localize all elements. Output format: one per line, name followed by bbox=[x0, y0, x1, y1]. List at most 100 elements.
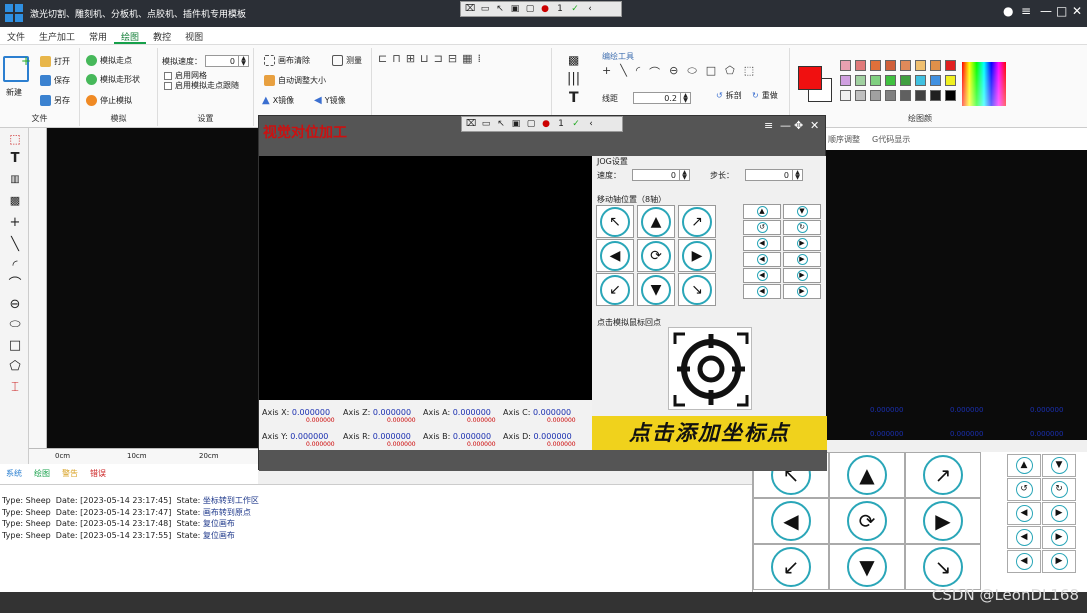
tab-system[interactable]: 系统 bbox=[0, 464, 28, 484]
sim-walk-button[interactable]: 模拟走点 bbox=[86, 55, 132, 66]
dialog-minimize-icon[interactable]: — bbox=[780, 119, 791, 132]
window-icon[interactable]: ▣ bbox=[509, 4, 521, 15]
jog-up-button[interactable]: ▲ bbox=[637, 205, 675, 238]
qrcode-icon[interactable]: ▩ bbox=[568, 53, 579, 67]
redo-button[interactable]: ↻ 重做 bbox=[752, 90, 778, 101]
axis-z-up-button[interactable]: ▲ bbox=[1007, 454, 1041, 477]
capture-icon[interactable]: ⌧ bbox=[464, 4, 476, 15]
drawing-canvas[interactable] bbox=[47, 128, 258, 448]
measure-button[interactable]: 测量 bbox=[332, 55, 362, 66]
color-swatch[interactable] bbox=[900, 90, 911, 101]
axis-z-down-button[interactable]: ▼ bbox=[783, 204, 821, 219]
saveas-button[interactable]: 另存 bbox=[40, 95, 70, 106]
tab-warning[interactable]: 警告 bbox=[56, 464, 84, 484]
jog-down-button[interactable]: ▼ bbox=[829, 544, 905, 590]
color-swatch[interactable] bbox=[885, 90, 896, 101]
text-tool-icon[interactable]: T bbox=[569, 90, 579, 106]
record-icon[interactable]: ● bbox=[540, 119, 552, 130]
axis-b-minus-button[interactable]: ◀ bbox=[1007, 526, 1041, 549]
grid-dots-icon[interactable]: ⁞ bbox=[477, 52, 481, 65]
x-mirror-button[interactable]: ▲ X镜像 bbox=[262, 95, 294, 106]
axis-r-cw-button[interactable]: ↻ bbox=[1042, 478, 1076, 501]
measure-tool-icon[interactable]: ⌶ bbox=[6, 379, 24, 397]
trace-checkbox[interactable]: 启用模拟走点跟随 bbox=[164, 80, 239, 91]
jog-right-button[interactable]: ▶ bbox=[905, 498, 981, 544]
text-icon[interactable]: T bbox=[6, 150, 24, 168]
fg-color-swatch[interactable] bbox=[798, 66, 822, 90]
ellipse-tool-icon[interactable]: ⬭ bbox=[6, 316, 24, 334]
add-point-button[interactable]: 点击添加坐标点 bbox=[592, 416, 827, 450]
jog-home-button[interactable]: ⟳ bbox=[637, 239, 675, 272]
stop-sim-button[interactable]: 停止模拟 bbox=[86, 95, 132, 106]
circle-center-icon[interactable]: ⊖ bbox=[669, 64, 678, 80]
jog-down-button[interactable]: ▼ bbox=[637, 273, 675, 306]
menu-draw[interactable]: 绘图 bbox=[114, 27, 147, 44]
jog-speed-spinner[interactable]: 0 ▲ ▼ bbox=[632, 169, 690, 181]
skin-icon[interactable]: ● bbox=[1003, 4, 1013, 18]
align-top-icon[interactable]: ⊓ bbox=[392, 52, 401, 65]
menu-teach[interactable]: 教控 bbox=[146, 27, 178, 44]
axis-b-minus-button[interactable]: ◀ bbox=[743, 252, 781, 267]
color-swatch[interactable] bbox=[900, 60, 911, 71]
axis-r-cw-button[interactable]: ↻ bbox=[783, 220, 821, 235]
color-swatch[interactable] bbox=[945, 60, 956, 71]
color-swatch[interactable] bbox=[885, 75, 896, 86]
jog-left-button[interactable]: ◀ bbox=[596, 239, 634, 272]
color-swatch[interactable] bbox=[840, 75, 851, 86]
axis-d-minus-button[interactable]: ◀ bbox=[743, 284, 781, 299]
dialog-move-icon[interactable]: ✥ bbox=[794, 119, 803, 132]
cursor-icon[interactable]: ↖ bbox=[495, 119, 507, 130]
line-tool-icon[interactable]: ╲ bbox=[6, 236, 24, 254]
ellipse-icon[interactable]: ⬭ bbox=[687, 64, 696, 80]
color-swatch[interactable] bbox=[840, 90, 851, 101]
sim-speed-spinner[interactable]: 0 ▲ ▼ bbox=[205, 55, 249, 67]
save-button[interactable]: 保存 bbox=[40, 75, 70, 86]
tab-draw[interactable]: 绘图 bbox=[28, 464, 56, 484]
color-swatch[interactable] bbox=[945, 90, 956, 101]
select-tool-icon[interactable]: ⬚ bbox=[6, 130, 24, 148]
select-rect-icon[interactable]: ⬚ bbox=[744, 64, 754, 80]
video-icon[interactable]: ▭ bbox=[479, 4, 491, 15]
auto-fit-button[interactable]: 自动调整大小 bbox=[264, 75, 326, 86]
color-swatch[interactable] bbox=[915, 75, 926, 86]
menu-view[interactable]: 视图 bbox=[178, 27, 210, 44]
axis-z-down-button[interactable]: ▼ bbox=[1042, 454, 1076, 477]
menu-icon[interactable]: ≡ bbox=[1021, 4, 1031, 18]
tab-error[interactable]: 错误 bbox=[84, 464, 112, 484]
jog-up-left-button[interactable]: ↖ bbox=[596, 205, 634, 238]
close-icon[interactable]: ✕ bbox=[1072, 4, 1082, 18]
color-swatch[interactable] bbox=[915, 60, 926, 71]
jog-up-button[interactable]: ▲ bbox=[829, 452, 905, 498]
chevron-left-icon[interactable]: ‹ bbox=[585, 119, 597, 130]
color-swatch[interactable] bbox=[855, 75, 866, 86]
menu-production[interactable]: 生产加工 bbox=[32, 27, 82, 44]
color-swatch[interactable] bbox=[870, 90, 881, 101]
cross-icon[interactable]: + bbox=[602, 64, 611, 80]
jog-down-left-button[interactable]: ↙ bbox=[596, 273, 634, 306]
maximize-icon[interactable]: □ bbox=[1056, 4, 1067, 18]
barcode-tool-icon[interactable]: ▥ bbox=[6, 171, 24, 189]
axis-z-up-button[interactable]: ▲ bbox=[743, 204, 781, 219]
check-icon[interactable]: ✓ bbox=[569, 4, 581, 15]
sim-shape-button[interactable]: 模拟走形状 bbox=[86, 74, 140, 85]
camera-view[interactable] bbox=[259, 156, 592, 400]
jog-up-right-button[interactable]: ↗ bbox=[678, 205, 716, 238]
new-file-icon[interactable]: + bbox=[3, 54, 31, 82]
jog-step-spinner[interactable]: 0 ▲ ▼ bbox=[745, 169, 803, 181]
grid-icon[interactable]: ▦ bbox=[462, 52, 472, 65]
menu-common[interactable]: 常用 bbox=[82, 27, 114, 44]
axis-r-ccw-button[interactable]: ↺ bbox=[743, 220, 781, 235]
qr-tool-icon[interactable]: ▩ bbox=[6, 192, 24, 210]
video-icon[interactable]: ▭ bbox=[480, 119, 492, 130]
axis-c-plus-button[interactable]: ▶ bbox=[1042, 550, 1076, 573]
jog-up-right-button[interactable]: ↗ bbox=[905, 452, 981, 498]
open-button[interactable]: 打开 bbox=[40, 56, 70, 67]
jog-left-button[interactable]: ◀ bbox=[753, 498, 829, 544]
arc-tool-icon[interactable]: ⌒ bbox=[6, 276, 24, 294]
jog-down-right-button[interactable]: ↘ bbox=[678, 273, 716, 306]
capture-icon[interactable]: ⌧ bbox=[465, 119, 477, 130]
axis-c-minus-button[interactable]: ◀ bbox=[1007, 550, 1041, 573]
pentagon-icon[interactable]: ⬠ bbox=[725, 64, 735, 80]
axis-a-minus-button[interactable]: ◀ bbox=[1007, 502, 1041, 525]
point-tool-icon[interactable]: + bbox=[6, 214, 24, 232]
